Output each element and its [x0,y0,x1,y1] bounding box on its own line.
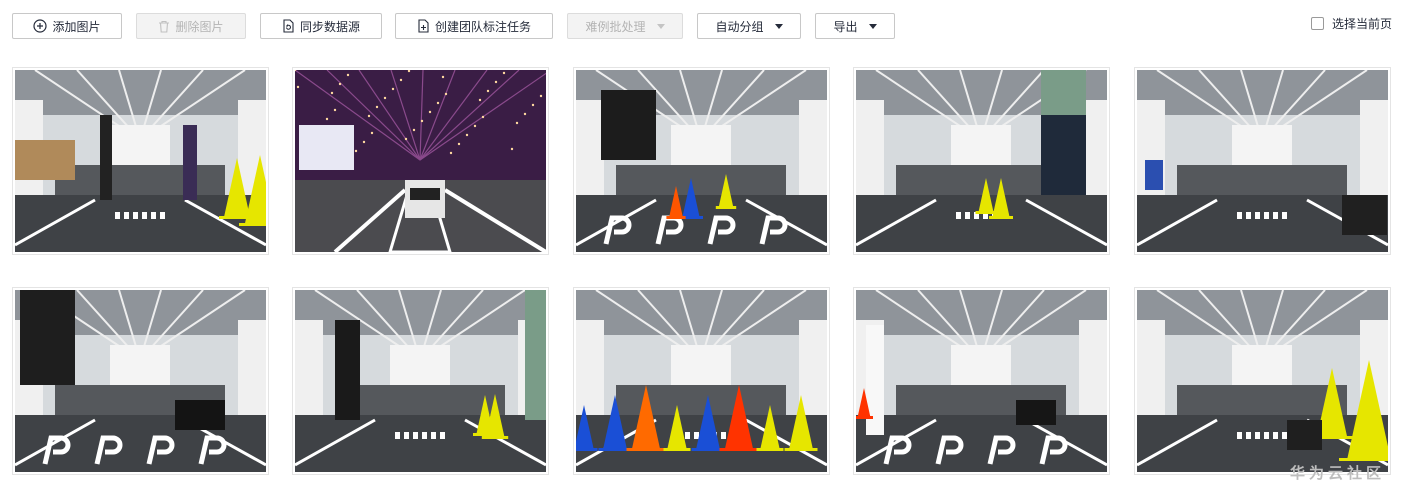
image-thumbnail[interactable] [292,67,549,255]
delete-image-button[interactable]: 删除图片 [136,13,246,39]
hard-example-dropdown[interactable]: 难例批处理 [567,13,683,39]
chevron-down-icon [656,23,665,29]
new-task-icon [418,19,429,33]
photo-image [576,70,827,252]
photo-image [15,70,266,252]
photo-image [15,290,266,472]
photo-image [1137,290,1388,472]
auto-group-label: 自动分组 [715,19,764,34]
image-thumbnail[interactable] [573,67,830,255]
export-dropdown[interactable]: 导出 [815,13,895,39]
export-label: 导出 [833,19,858,34]
image-thumbnail[interactable] [853,287,1110,475]
select-page-checkbox[interactable] [1311,17,1324,30]
image-thumbnail[interactable] [853,67,1110,255]
image-thumbnail[interactable] [292,287,549,475]
watermark: 华为云社区 [1290,464,1386,482]
select-page-label: 选择当前页 [1332,17,1393,31]
photo-image [295,70,546,252]
image-thumbnail[interactable] [1134,67,1391,255]
chevron-down-icon [868,23,877,29]
add-image-label: 添加图片 [52,19,101,34]
create-team-task-label: 创建团队标注任务 [434,19,531,34]
image-thumbnail[interactable] [12,67,269,255]
sync-datasource-button[interactable]: 同步数据源 [260,13,382,39]
delete-image-label: 删除图片 [175,19,224,34]
select-current-page[interactable]: 选择当前页 [1311,15,1392,32]
add-image-button[interactable]: 添加图片 [12,13,122,39]
photo-image [576,290,827,472]
create-team-task-button[interactable]: 创建团队标注任务 [395,13,553,39]
sync-datasource-label: 同步数据源 [299,19,360,34]
plus-circle-icon [33,19,48,33]
sync-file-icon [283,19,294,33]
hard-example-label: 难例批处理 [585,19,646,34]
image-thumbnail[interactable] [573,287,830,475]
chevron-down-icon [774,23,783,29]
photo-image [1137,70,1388,252]
image-thumbnail[interactable] [1134,287,1391,475]
photo-image [856,290,1107,472]
auto-group-dropdown[interactable]: 自动分组 [697,13,801,39]
photo-image [295,290,546,472]
trash-icon [159,20,170,33]
image-thumbnail[interactable] [12,287,269,475]
photo-image [856,70,1107,252]
